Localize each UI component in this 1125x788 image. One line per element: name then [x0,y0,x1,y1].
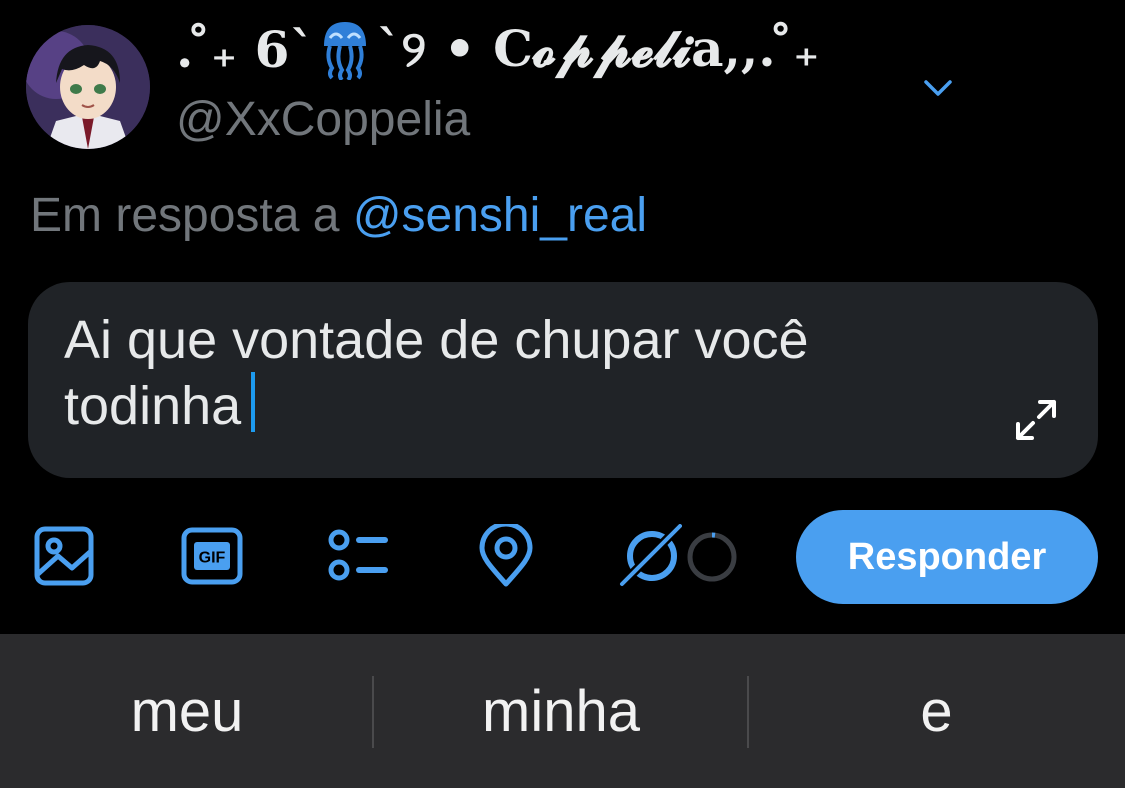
gif-label: GIF [199,550,226,567]
display-name-suffix: `୨ • 𝐂𝓸𝓹𝓹𝓮𝓵𝓲𝐚,,. ̊₊ [376,19,820,78]
chevron-down-icon[interactable] [918,68,958,108]
character-counter [686,531,738,583]
poll-icon[interactable] [326,524,390,588]
location-icon[interactable] [474,524,538,588]
expand-icon[interactable] [1012,396,1060,444]
reply-to-prefix: Em resposta a [30,189,353,242]
suggestion-item[interactable]: e [748,634,1125,788]
keyboard-suggestion-bar: meu minha e [0,634,1125,788]
display-name: . ̊₊ 6` `୨ • 𝐂𝓸𝓹𝓹𝓮𝓵𝓲𝐚,,. ̊₊ [176,14,820,84]
suggestion-item[interactable]: meu [0,634,374,788]
avatar[interactable] [26,25,150,149]
reply-to-line: Em resposta a @senshi_real [30,188,647,243]
gif-icon[interactable]: GIF [180,524,244,588]
text-caret [251,372,256,432]
user-handle: @XxCoppelia [176,93,471,146]
avatar-image [26,25,150,149]
display-name-prefix: . ̊₊ 6` [176,19,315,79]
reply-mention-link[interactable]: @senshi_real [353,189,647,242]
reply-button[interactable]: Responder [796,510,1098,604]
composer-text-area[interactable]: Ai que vontade de chupar você todinha [64,308,984,438]
jellyfish-icon [320,18,370,82]
suggestion-item[interactable]: minha [374,634,748,788]
composer-text: Ai que vontade de chupar você todinha [64,310,809,436]
grok-icon[interactable] [618,524,682,588]
reply-composer[interactable]: Ai que vontade de chupar você todinha [28,282,1098,478]
image-icon[interactable] [32,524,96,588]
